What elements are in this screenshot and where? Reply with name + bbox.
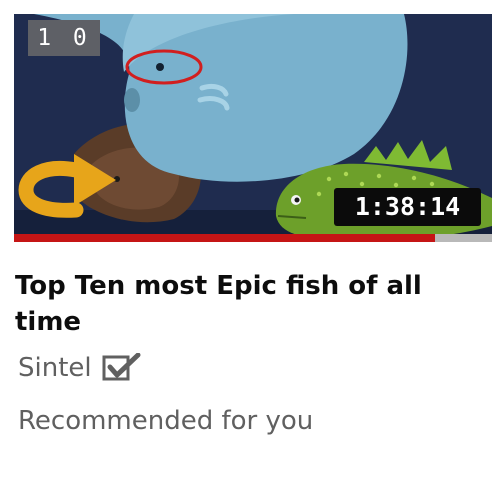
rank-badge: 1 0 — [28, 20, 100, 56]
watch-progress-fill — [14, 234, 435, 242]
channel-link[interactable]: Sintel — [18, 350, 142, 386]
video-thumbnail[interactable]: 1 0 1:38:14 — [14, 14, 492, 242]
channel-name: Sintel — [18, 353, 92, 383]
duration-badge: 1:38:14 — [334, 188, 481, 226]
recommendation-label: Recommended for you — [18, 406, 314, 436]
video-card[interactable]: 1 0 1:38:14 Top Ten most Epic fish of al… — [14, 14, 492, 436]
verified-check-icon — [102, 352, 142, 383]
video-title[interactable]: Top Ten most Epic fish of all time — [15, 268, 485, 340]
watch-progress-bar — [14, 234, 492, 242]
